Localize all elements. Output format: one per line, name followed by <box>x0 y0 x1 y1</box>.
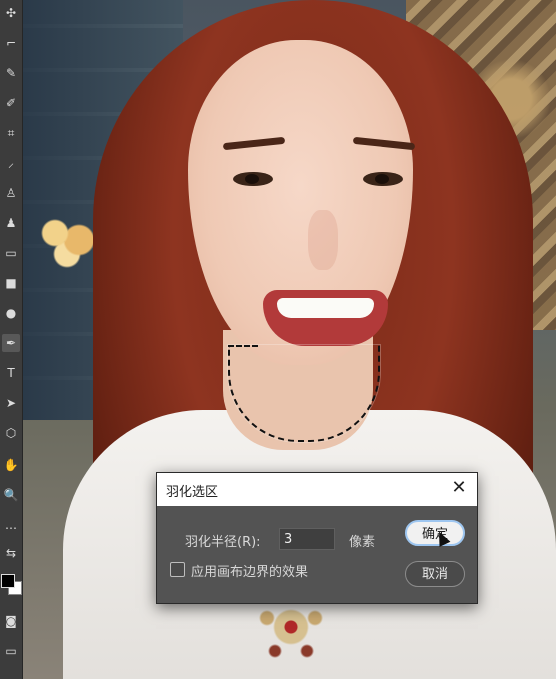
feather-radius-label: 羽化半径(R): <box>185 535 261 550</box>
shape-icon[interactable]: ⬡ <box>2 424 20 442</box>
swap-colors-icon[interactable]: ⇆ <box>2 544 20 562</box>
feather-radius-input[interactable]: 3 <box>279 528 335 550</box>
selection-marquee-edge <box>228 345 258 347</box>
cancel-button[interactable]: 取消 <box>405 561 465 587</box>
left-eye <box>233 172 273 186</box>
stamp-icon[interactable]: ♙ <box>2 184 20 202</box>
eraser-icon[interactable]: ▭ <box>2 244 20 262</box>
brush-icon[interactable]: ✐ <box>2 94 20 112</box>
quick-mask-icon[interactable]: ◙ <box>2 612 20 630</box>
type-icon[interactable]: T <box>2 364 20 382</box>
zoom-icon[interactable]: 🔍 <box>2 486 20 504</box>
pen-icon[interactable]: ✒ <box>2 334 20 352</box>
history-brush-icon[interactable]: ♟ <box>2 214 20 232</box>
dialog-title: 羽化选区 <box>166 485 219 500</box>
lasso-icon[interactable]: ✎ <box>2 64 20 82</box>
feather-selection-dialog: 羽化选区 ✕ 羽化半径(R): 3 像素 应用画布边界的效果 确定 取消 <box>156 472 478 604</box>
brooch <box>251 600 331 660</box>
right-eye <box>363 172 403 186</box>
hand-icon[interactable]: ✋ <box>2 456 20 474</box>
close-icon[interactable]: ✕ <box>449 478 469 498</box>
teeth <box>277 298 374 318</box>
path-select-icon[interactable]: ➤ <box>2 394 20 412</box>
screen-mode-icon[interactable]: ▭ <box>2 642 20 660</box>
crop-icon[interactable]: ⌗ <box>2 124 20 142</box>
unit-label: 像素 <box>349 535 376 550</box>
nose <box>308 210 338 270</box>
apply-canvas-bounds-label[interactable]: 应用画布边界的效果 <box>191 561 308 580</box>
more-icon[interactable]: … <box>2 516 20 534</box>
move-icon[interactable]: ✣ <box>2 4 20 22</box>
dialog-titlebar[interactable]: 羽化选区 ✕ <box>157 473 477 506</box>
marquee-icon[interactable]: ⌐ <box>2 34 20 52</box>
gradient-icon[interactable]: ■ <box>2 274 20 292</box>
apply-canvas-bounds-checkbox[interactable] <box>170 562 185 577</box>
tools-panel: ✣ ⌐ ✎ ✐ ⌗ ⸝ ♙ ♟ ▭ ■ ● ✒ T ➤ ⬡ ✋ 🔍 … ⇆ ◙ … <box>0 0 23 679</box>
eyedropper-icon[interactable]: ⸝ <box>2 154 20 172</box>
foreground-color-swatch[interactable] <box>1 574 15 588</box>
blur-icon[interactable]: ● <box>2 304 20 322</box>
